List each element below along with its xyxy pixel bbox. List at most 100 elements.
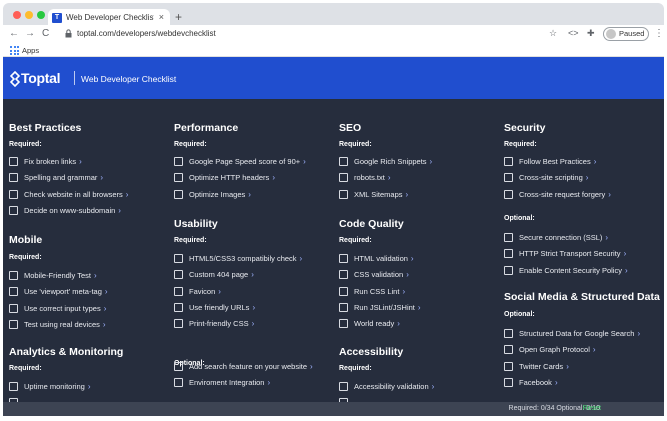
checklist-item-label[interactable]: Uptime monitoring › [24, 382, 91, 391]
checklist-item-label[interactable]: Structured Data for Google Search › [519, 329, 640, 338]
checklist-item-label[interactable]: Fix broken links › [24, 157, 82, 166]
checkbox[interactable] [9, 319, 18, 329]
chevron-right-icon[interactable]: › [624, 249, 627, 258]
checkbox[interactable] [504, 189, 513, 199]
chevron-right-icon[interactable]: › [218, 287, 221, 296]
checkbox[interactable] [504, 377, 513, 387]
star-icon[interactable]: ☆ [549, 28, 557, 39]
checkbox[interactable] [174, 173, 183, 183]
chevron-right-icon[interactable]: › [118, 206, 121, 215]
chevron-right-icon[interactable]: › [248, 190, 251, 199]
profile-button[interactable]: Paused [603, 27, 649, 41]
checklist-item-label[interactable]: Accessibility validation › [354, 382, 434, 391]
checklist-item-label[interactable]: Test using real devices › [24, 320, 106, 329]
checkbox[interactable] [504, 329, 513, 338]
close-window-button[interactable] [13, 11, 21, 19]
maximize-window-button[interactable] [37, 11, 45, 19]
checklist-item-label[interactable]: Google Rich Snippets › [354, 157, 432, 166]
chevron-right-icon[interactable]: › [432, 382, 435, 391]
address-bar[interactable]: toptal.com/developers/webdevchecklist [77, 29, 216, 38]
reload-icon[interactable]: C [42, 28, 49, 40]
chevron-right-icon[interactable]: › [566, 362, 569, 371]
checkbox[interactable] [174, 362, 183, 371]
chevron-right-icon[interactable]: › [94, 271, 97, 280]
checkbox[interactable] [339, 173, 348, 183]
chevron-right-icon[interactable]: › [637, 329, 640, 338]
checkbox[interactable] [9, 189, 18, 199]
chevron-right-icon[interactable]: › [418, 303, 421, 312]
chevron-right-icon[interactable]: › [79, 157, 82, 166]
chevron-right-icon[interactable]: › [593, 345, 596, 354]
chevron-right-icon[interactable]: › [310, 362, 313, 371]
chevron-right-icon[interactable]: › [605, 233, 608, 242]
checkbox[interactable] [174, 270, 183, 280]
checklist-item-label[interactable]: Secure connection (SSL) › [519, 233, 608, 242]
checklist-item-label[interactable]: Use 'viewport' meta-tag › [24, 287, 108, 296]
forward-icon[interactable]: → [25, 28, 35, 40]
chevron-right-icon[interactable]: › [625, 266, 628, 275]
checklist-item-label[interactable]: Favicon › [189, 287, 221, 296]
chevron-right-icon[interactable]: › [388, 173, 391, 182]
chevron-right-icon[interactable]: › [252, 319, 255, 328]
checkbox[interactable] [9, 382, 18, 391]
checkbox[interactable] [504, 265, 513, 275]
chevron-right-icon[interactable]: › [126, 190, 129, 199]
chevron-right-icon[interactable]: › [252, 303, 255, 312]
checkbox[interactable] [504, 361, 513, 371]
checklist-item-label[interactable]: Run CSS Lint › [354, 287, 405, 296]
checkbox[interactable] [174, 319, 183, 329]
chevron-right-icon[interactable]: › [586, 173, 589, 182]
checklist-item-label[interactable]: XML Sitemaps › [354, 190, 408, 199]
checkbox[interactable] [174, 189, 183, 199]
checklist-item-label[interactable]: Custom 404 page › [189, 270, 254, 279]
chevron-right-icon[interactable]: › [100, 173, 103, 182]
checkbox[interactable] [339, 254, 348, 263]
checklist-item-label[interactable]: World ready › [354, 319, 400, 328]
chevron-right-icon[interactable]: › [594, 157, 597, 166]
chevron-right-icon[interactable]: › [406, 190, 409, 199]
chevron-right-icon[interactable]: › [555, 378, 558, 387]
checkbox[interactable] [9, 173, 18, 183]
checkbox[interactable] [9, 271, 18, 280]
chevron-right-icon[interactable]: › [88, 382, 91, 391]
checklist-item-label[interactable]: Add search feature on your website › [189, 362, 313, 371]
checklist-item-label[interactable]: Cross-site request forgery › [519, 190, 611, 199]
close-icon[interactable]: × [159, 12, 164, 22]
checklist-item-label[interactable]: Check website in all browsers › [24, 190, 128, 199]
checklist-item-label[interactable]: Twitter Cards › [519, 362, 569, 371]
checklist-item-label[interactable]: Enviroment Integration › [189, 378, 270, 387]
minimize-window-button[interactable] [25, 11, 33, 19]
code-icon[interactable]: <> [568, 28, 579, 38]
checkbox[interactable] [504, 345, 513, 355]
chevron-right-icon[interactable]: › [103, 320, 106, 329]
chevron-right-icon[interactable]: › [105, 287, 108, 296]
checkbox[interactable] [339, 189, 348, 199]
checkbox[interactable] [174, 286, 183, 296]
checkbox[interactable] [339, 270, 348, 280]
chevron-right-icon[interactable]: › [267, 378, 270, 387]
checkbox[interactable] [339, 286, 348, 296]
checklist-item-label[interactable]: HTML5/CSS3 compatibily check › [189, 254, 302, 263]
chevron-right-icon[interactable]: › [402, 287, 405, 296]
chevron-right-icon[interactable]: › [272, 173, 275, 182]
apps-grid-icon[interactable] [10, 46, 19, 55]
checklist-item-label[interactable]: Optimize HTTP headers › [189, 173, 275, 182]
checklist-item-label[interactable]: HTML validation › [354, 254, 414, 263]
back-icon[interactable]: ← [9, 28, 19, 40]
chevron-right-icon[interactable]: › [251, 270, 254, 279]
checkbox[interactable] [339, 157, 348, 166]
chevron-right-icon[interactable]: › [411, 254, 414, 263]
checklist-item-label[interactable]: Use correct input types › [24, 304, 106, 313]
chevron-right-icon[interactable]: › [406, 270, 409, 279]
checklist-item-label[interactable]: Enable Content Security Policy › [519, 266, 628, 275]
checklist-item-label[interactable]: Decide on www-subdomain › [24, 206, 121, 215]
checkbox[interactable] [504, 249, 513, 259]
checklist-item-label[interactable]: Use friendly URLs › [189, 303, 255, 312]
apps-bookmark[interactable]: Apps [22, 46, 39, 55]
checklist-item-label[interactable]: Follow Best Practices › [519, 157, 596, 166]
chevron-right-icon[interactable]: › [104, 304, 107, 313]
checkbox[interactable] [339, 302, 348, 312]
checkbox[interactable] [9, 157, 18, 166]
checkbox[interactable] [339, 382, 348, 391]
checklist-item-label[interactable]: Facebook › [519, 378, 558, 387]
